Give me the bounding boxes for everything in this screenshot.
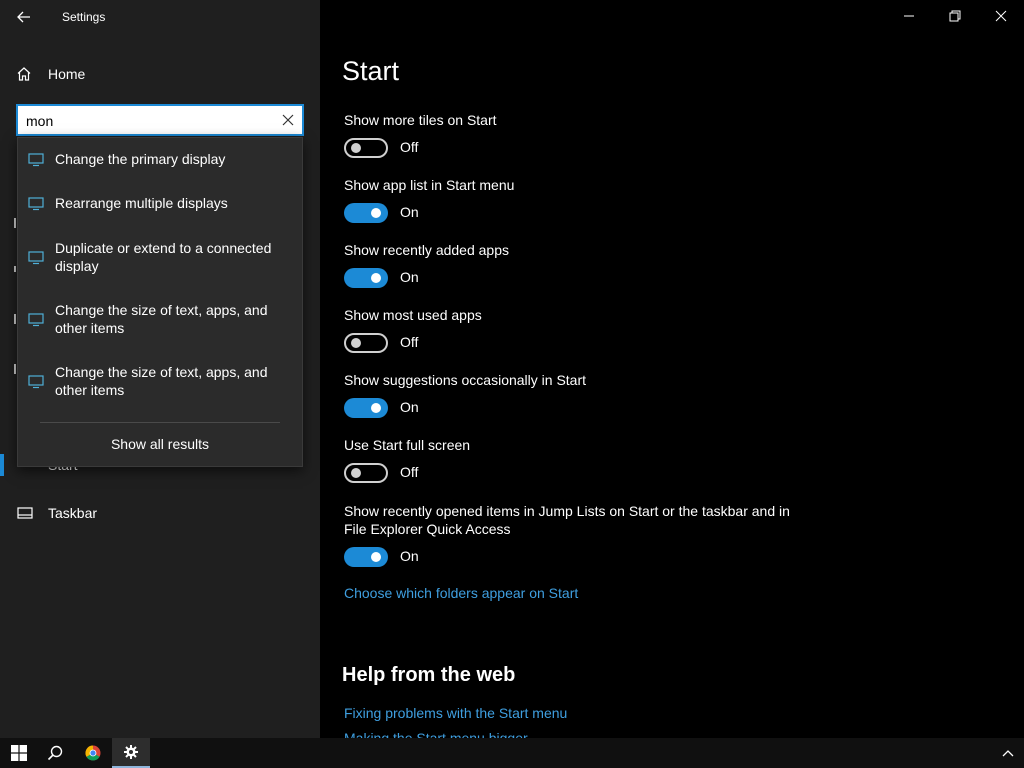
app-title: Settings bbox=[62, 10, 106, 24]
toggle-switch[interactable] bbox=[344, 333, 388, 353]
back-button[interactable] bbox=[8, 2, 40, 32]
monitor-icon bbox=[28, 375, 44, 389]
search-icon bbox=[47, 745, 63, 761]
search-input[interactable] bbox=[26, 111, 271, 131]
search-box[interactable] bbox=[16, 104, 304, 136]
monitor-icon bbox=[28, 251, 44, 265]
suggestion-label: Change the primary display bbox=[55, 151, 226, 167]
suggestion-label: Change the size of text, apps, and other… bbox=[55, 364, 268, 398]
restore-button[interactable] bbox=[932, 0, 978, 32]
home-icon bbox=[17, 67, 31, 81]
show-hidden-icons-button[interactable] bbox=[998, 744, 1018, 762]
setting-label: Show most used apps bbox=[344, 307, 482, 323]
toggle-knob bbox=[371, 552, 381, 562]
setting-label: Show recently added apps bbox=[344, 242, 509, 258]
setting-more-tiles: Show more tiles on Start Off bbox=[344, 111, 824, 158]
suggestion-item[interactable]: Change the size of text, apps, and other… bbox=[18, 363, 302, 419]
chrome-taskbar-button[interactable] bbox=[74, 738, 112, 768]
monitor-icon bbox=[28, 197, 44, 211]
monitor-icon bbox=[28, 313, 44, 327]
back-arrow-icon bbox=[17, 11, 30, 23]
toggle-knob bbox=[351, 143, 361, 153]
settings-taskbar-button[interactable] bbox=[112, 738, 150, 768]
page-title: Start bbox=[342, 56, 400, 86]
help-link[interactable]: Fixing problems with the Start menu bbox=[344, 705, 567, 721]
toggle-switch[interactable] bbox=[344, 268, 388, 288]
title-bar: Settings bbox=[0, 0, 320, 34]
toggle-switch[interactable] bbox=[344, 138, 388, 158]
setting-app-list: Show app list in Start menu On bbox=[344, 176, 824, 223]
start-button[interactable] bbox=[0, 738, 38, 768]
toggle-state: Off bbox=[400, 139, 419, 155]
show-all-results-button[interactable]: Show all results bbox=[18, 436, 302, 452]
suggestion-label: Duplicate or extend to a connected displ… bbox=[55, 240, 272, 274]
clear-search-icon[interactable] bbox=[280, 112, 296, 128]
toggle-state: On bbox=[400, 269, 419, 285]
setting-label: Show suggestions occasionally in Start bbox=[344, 372, 587, 388]
suggestion-label: Rearrange multiple displays bbox=[55, 195, 228, 211]
monitor-icon bbox=[28, 153, 44, 167]
minimize-icon bbox=[904, 15, 914, 17]
minimize-button[interactable] bbox=[886, 0, 932, 32]
sidebar-item-label: Taskbar bbox=[48, 505, 98, 521]
toggle-state: On bbox=[400, 399, 419, 415]
restore-icon bbox=[949, 10, 961, 22]
toggle-knob bbox=[371, 208, 381, 218]
windows-taskbar bbox=[0, 738, 1024, 768]
settings-gear-icon bbox=[124, 745, 138, 759]
toggle-switch[interactable] bbox=[344, 398, 388, 418]
sidebar-item-taskbar[interactable]: Taskbar bbox=[0, 498, 320, 530]
toggle-state: On bbox=[400, 548, 419, 564]
taskbar-search-button[interactable] bbox=[36, 738, 74, 768]
setting-suggestions: Show suggestions occasionally in Start O… bbox=[344, 371, 824, 418]
taskbar-icon bbox=[17, 507, 33, 519]
setting-label: Use Start full screen bbox=[344, 437, 471, 453]
suggestion-item[interactable]: Change the size of text, apps, and other… bbox=[18, 301, 302, 357]
toggle-knob bbox=[351, 468, 361, 478]
suggestion-item[interactable]: Duplicate or extend to a connected displ… bbox=[18, 239, 302, 295]
setting-label: Show recently opened items in Jump Lists… bbox=[344, 503, 790, 537]
suggestion-item[interactable]: Change the primary display bbox=[18, 150, 302, 190]
sidebar-item-home[interactable]: Home bbox=[0, 58, 320, 90]
selected-indicator bbox=[0, 454, 4, 476]
close-icon bbox=[995, 10, 1007, 22]
window-controls bbox=[886, 0, 1024, 32]
toggle-switch[interactable] bbox=[344, 463, 388, 483]
choose-folders-link[interactable]: Choose which folders appear on Start bbox=[344, 585, 578, 601]
toggle-state: On bbox=[400, 204, 419, 220]
toggle-knob bbox=[371, 273, 381, 283]
toggle-state: Off bbox=[400, 464, 419, 480]
chrome-icon bbox=[85, 745, 101, 761]
setting-label: Show app list in Start menu bbox=[344, 177, 515, 193]
suggestion-label: Change the size of text, apps, and other… bbox=[55, 302, 268, 336]
setting-jump-lists: Show recently opened items in Jump Lists… bbox=[344, 502, 804, 567]
settings-content: Start Show more tiles on Start Off Show … bbox=[320, 0, 1024, 746]
suggestions-divider bbox=[40, 422, 280, 423]
toggle-state: Off bbox=[400, 334, 419, 350]
chevron-up-icon bbox=[1002, 750, 1014, 757]
setting-full-screen: Use Start full screen Off bbox=[344, 436, 824, 483]
windows-start-icon bbox=[11, 745, 27, 761]
setting-most-used: Show most used apps Off bbox=[344, 306, 824, 353]
suggestion-item[interactable]: Rearrange multiple displays bbox=[18, 194, 302, 234]
help-heading: Help from the web bbox=[342, 664, 516, 686]
toggle-switch[interactable] bbox=[344, 203, 388, 223]
toggle-knob bbox=[351, 338, 361, 348]
setting-recently-added: Show recently added apps On bbox=[344, 241, 824, 288]
close-button[interactable] bbox=[978, 0, 1024, 32]
toggle-knob bbox=[371, 403, 381, 413]
search-suggestions: Change the primary display Rearrange mul… bbox=[17, 137, 303, 467]
sidebar-item-label: Home bbox=[48, 66, 86, 82]
setting-label: Show more tiles on Start bbox=[344, 112, 497, 128]
toggle-switch[interactable] bbox=[344, 547, 388, 567]
